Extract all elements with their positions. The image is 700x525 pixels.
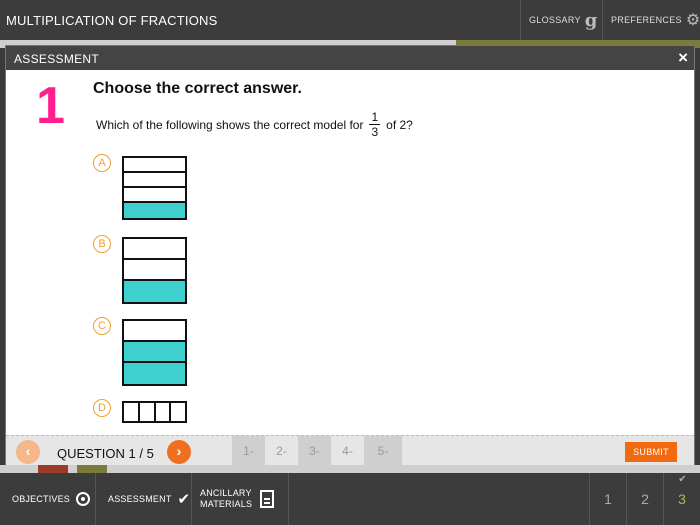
question-heading: Choose the correct answer. (93, 80, 302, 97)
preferences-button[interactable]: PREFERENCES ⚙ (602, 0, 700, 40)
model-part-shaded (124, 281, 185, 302)
option-a-model[interactable] (122, 156, 187, 220)
section-2-button[interactable]: 2 (626, 473, 663, 525)
checkmark-icon: ✔ (678, 474, 687, 485)
preferences-label: PREFERENCES (611, 15, 682, 25)
modal-title: ASSESSMENT (14, 52, 100, 66)
objectives-label: OBJECTIVES (12, 494, 71, 504)
question-page-5[interactable]: 5- (364, 436, 402, 466)
model-part (140, 403, 156, 421)
model-part (124, 239, 185, 260)
ancillary-materials-button[interactable]: ANCILLARY MATERIALS (192, 473, 289, 525)
question-pager: 1- 2- 3- 4- 5- (232, 436, 402, 466)
assessment-modal: ASSESSMENT × 1 Choose the correct answer… (5, 45, 695, 466)
glossary-label: GLOSSARY (529, 15, 581, 25)
model-part (124, 188, 185, 203)
option-c-radio[interactable]: C (93, 317, 111, 335)
model-part (156, 403, 172, 421)
question-page-1[interactable]: 1- (232, 436, 265, 466)
question-number: 1 (36, 77, 65, 135)
question-text-after: of 2? (386, 117, 413, 132)
model-part-shaded (124, 203, 185, 218)
assessment-button[interactable]: ASSESSMENT ✔ (96, 473, 192, 525)
objectives-button[interactable]: OBJECTIVES (0, 473, 96, 525)
next-question-button[interactable]: › (167, 440, 191, 464)
glossary-button[interactable]: GLOSSARY g (520, 0, 602, 40)
target-icon (76, 492, 91, 506)
question-page-4[interactable]: 4- (331, 436, 364, 466)
model-part-shaded (124, 363, 185, 384)
checkmark-icon: ✔ (177, 491, 191, 508)
option-b-radio[interactable]: B (93, 235, 111, 253)
model-part (124, 403, 140, 421)
option-d-model[interactable] (122, 401, 187, 423)
section-3-button[interactable]: ✔ 3 (663, 473, 700, 525)
section-3-label: 3 (678, 491, 686, 507)
top-bar: MULTIPLICATION OF FRACTIONS GLOSSARY g P… (0, 0, 700, 40)
question-navigation: ‹ QUESTION 1 / 5 › 1- 2- 3- 4- 5- SUBMIT (6, 435, 694, 466)
previous-question-button[interactable]: ‹ (16, 440, 40, 464)
ancillary-label-line1: ANCILLARY (200, 488, 252, 498)
section-1-button[interactable]: 1 (589, 473, 626, 525)
document-icon (260, 490, 275, 508)
glossary-icon: g (584, 9, 598, 31)
model-part-shaded (124, 342, 185, 363)
question-text: Which of the following shows the correct… (96, 110, 413, 139)
model-part (171, 403, 185, 421)
option-c-model[interactable] (122, 319, 187, 386)
question-text-before: Which of the following shows the correct… (96, 117, 364, 132)
option-b-model[interactable] (122, 237, 187, 304)
fraction: 1 3 (369, 110, 381, 139)
close-icon[interactable]: × (678, 48, 688, 68)
model-part (124, 260, 185, 281)
question-page-2[interactable]: 2- (265, 436, 298, 466)
app-title: MULTIPLICATION OF FRACTIONS (6, 13, 218, 28)
fraction-numerator: 1 (369, 110, 381, 125)
question-page-3[interactable]: 3- (298, 436, 331, 466)
question-counter: QUESTION 1 / 5 (57, 446, 154, 461)
ancillary-label-line2: MATERIALS (200, 499, 253, 509)
ancillary-label: ANCILLARY MATERIALS (200, 488, 252, 510)
option-d-radio[interactable]: D (93, 399, 111, 417)
bottom-bar: OBJECTIVES ASSESSMENT ✔ ANCILLARY MATERI… (0, 473, 700, 525)
option-a-radio[interactable]: A (93, 154, 111, 172)
model-part (124, 158, 185, 173)
submit-button[interactable]: SUBMIT (625, 442, 677, 462)
model-part (124, 173, 185, 188)
fraction-denominator: 3 (371, 125, 379, 139)
model-part (124, 321, 185, 342)
assessment-label: ASSESSMENT (108, 494, 172, 504)
gear-icon: ⚙ (685, 12, 700, 29)
background-strip-bottom (0, 465, 700, 473)
modal-header: ASSESSMENT × (6, 46, 694, 70)
